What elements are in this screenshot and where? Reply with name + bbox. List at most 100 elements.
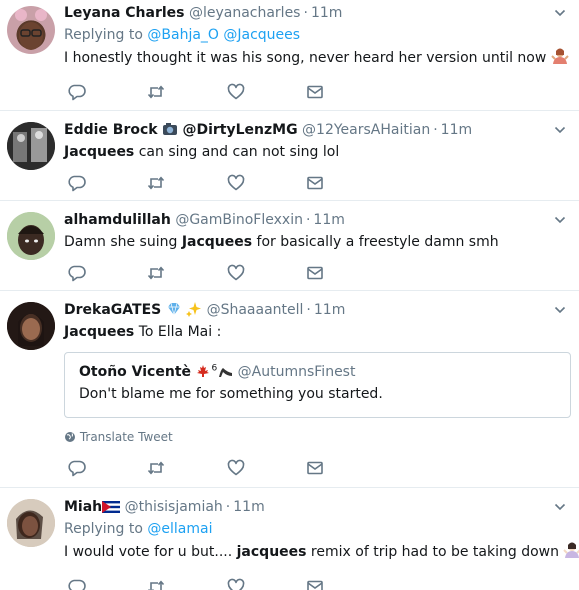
handle[interactable]: @12YearsAHaitian: [302, 122, 430, 138]
tweet[interactable]: alhamdulillah @GamBinoFlexxin · 11m Damn s…: [0, 201, 579, 291]
chevron-down-icon[interactable]: [553, 123, 567, 137]
tweet-header: Eddie Brock @DirtyLenzMG @12YearsAHaitia…: [64, 120, 565, 140]
quoted-tweet-text: Don't blame me for something you started…: [79, 386, 383, 402]
like-icon[interactable]: [226, 263, 246, 283]
reply-icon[interactable]: [67, 577, 87, 590]
timestamp[interactable]: 11m: [233, 499, 264, 515]
avatar[interactable]: [7, 122, 55, 170]
avatar-image: [7, 122, 55, 170]
separator-dot: ·: [303, 5, 308, 21]
chevron-down-icon[interactable]: [553, 303, 567, 317]
mention-link[interactable]: @Jacquees: [223, 27, 300, 43]
mention-link[interactable]: @Bahja_O: [147, 27, 219, 43]
message-icon[interactable]: [305, 173, 325, 193]
timestamp[interactable]: 11m: [314, 302, 345, 318]
avatar-image: [7, 302, 55, 350]
separator-dot: ·: [433, 122, 438, 138]
handle[interactable]: @GamBinoFlexxin: [175, 212, 303, 228]
gem-emoji-icon: [167, 302, 180, 316]
tweet-feed: Leyana Charles @leyanacharles · 11m Replyi…: [0, 0, 579, 590]
replying-label: Replying to: [64, 27, 143, 43]
display-name-suffix: @DirtyLenzMG: [182, 122, 298, 138]
retweet-icon[interactable]: [146, 458, 166, 478]
tweet-header: Leyana Charles @leyanacharles · 11m: [64, 3, 565, 23]
tweet-text-body: remix of trip had to be taking down: [306, 544, 559, 560]
tweet[interactable]: Eddie Brock @DirtyLenzMG @12YearsAHaitia…: [0, 111, 579, 201]
handle[interactable]: @thisisjamiah: [125, 499, 223, 515]
message-icon[interactable]: [305, 82, 325, 102]
person-shrugging-emoji-icon: [551, 48, 569, 64]
reply-icon[interactable]: [67, 82, 87, 102]
replying-to: Replying to @Bahja_O @Jacquees: [64, 25, 565, 45]
retweet-icon[interactable]: [146, 263, 166, 283]
quoted-tweet[interactable]: Otoño Vicentè 6 @AutumnsFinest Don't bla…: [64, 352, 571, 418]
like-icon[interactable]: [226, 577, 246, 590]
tweet-text-body: can sing and can not sing lol: [134, 144, 340, 160]
tweet-text: Jacquees can sing and can not sing lol: [64, 142, 565, 162]
tweet-text: Jacquees To Ella Mai :: [64, 322, 565, 342]
display-name[interactable]: Eddie Brock: [64, 122, 158, 138]
timestamp[interactable]: 11m: [311, 5, 342, 21]
tweet-text-highlight[interactable]: Jacquees: [182, 234, 252, 250]
chevron-down-icon[interactable]: [553, 6, 567, 20]
handle[interactable]: @Shaaaantell: [207, 302, 304, 318]
quoted-display-name[interactable]: Otoño Vicentè: [79, 364, 191, 380]
replying-to: Replying to @ellamai: [64, 519, 565, 539]
separator-dot: ·: [305, 212, 311, 228]
tweet-header: alhamdulillah @GamBinoFlexxin · 11m: [64, 210, 565, 230]
reply-icon[interactable]: [67, 263, 87, 283]
message-icon[interactable]: [305, 458, 325, 478]
retweet-icon[interactable]: [146, 173, 166, 193]
tweet[interactable]: DrekaGATES @Shaaaantell · 11m Jacquees To …: [0, 291, 579, 488]
avatar[interactable]: [7, 6, 55, 54]
separator-dot: ·: [225, 499, 231, 515]
person-shrugging-emoji-icon: [563, 542, 579, 558]
chevron-down-icon[interactable]: [553, 500, 567, 514]
retweet-icon[interactable]: [146, 577, 166, 590]
tweet-text-highlight[interactable]: jacquees: [237, 544, 307, 560]
retweet-icon[interactable]: [146, 82, 166, 102]
like-icon[interactable]: [226, 82, 246, 102]
globe-icon: [64, 431, 76, 443]
avatar[interactable]: [7, 499, 55, 547]
mention-link[interactable]: @ellamai: [147, 521, 212, 537]
tweet-header: DrekaGATES @Shaaaantell · 11m: [64, 300, 565, 320]
tweet-text: Damn she suing Jacquees for basically a …: [64, 232, 565, 252]
reply-icon[interactable]: [67, 173, 87, 193]
display-name[interactable]: DrekaGATES: [64, 302, 161, 318]
timestamp[interactable]: 11m: [441, 122, 472, 138]
tweet-text-highlight[interactable]: Jacquees: [64, 144, 134, 160]
tweet-header: Miah @thisisjamiah · 11m: [64, 497, 565, 517]
chevron-down-icon[interactable]: [553, 213, 567, 227]
handle[interactable]: @leyanacharles: [189, 5, 301, 21]
avatar-image: [15, 9, 47, 50]
like-icon[interactable]: [226, 458, 246, 478]
avatar-image: [7, 499, 55, 547]
reply-icon[interactable]: [67, 458, 87, 478]
canada-flag-emoji-icon: [197, 365, 210, 377]
avatar-image: [7, 212, 55, 260]
tweet[interactable]: Miah @thisisjamiah · 11m Replying to @ella…: [0, 488, 579, 590]
high-heel-emoji-icon: [219, 368, 233, 377]
tweet-text-body: To Ella Mai :: [134, 324, 222, 340]
tweet[interactable]: Leyana Charles @leyanacharles · 11m Replyi…: [0, 0, 579, 111]
camera-emoji-icon: [163, 123, 178, 135]
tweet-text-body: I honestly thought it was his song, neve…: [64, 50, 547, 66]
quoted-handle[interactable]: @AutumnsFinest: [238, 364, 356, 380]
sparkles-emoji-icon: [186, 302, 202, 317]
message-icon[interactable]: [305, 577, 325, 590]
timestamp[interactable]: 11m: [313, 212, 344, 228]
tweet-text-highlight[interactable]: Jacquees: [64, 324, 134, 340]
avatar[interactable]: [7, 302, 55, 350]
like-icon[interactable]: [226, 173, 246, 193]
display-name[interactable]: alhamdulillah: [64, 212, 171, 228]
message-icon[interactable]: [305, 263, 325, 283]
translate-label[interactable]: Translate Tweet: [80, 430, 173, 444]
display-name[interactable]: Miah: [64, 499, 102, 515]
avatar[interactable]: [7, 212, 55, 260]
tweet-text-body: I would vote for u but....: [64, 544, 237, 560]
cuba-flag-emoji-icon: [102, 501, 121, 513]
separator-dot: ·: [306, 302, 311, 318]
display-name[interactable]: Leyana Charles: [64, 5, 185, 21]
translate-tweet-link[interactable]: Translate Tweet: [64, 429, 173, 445]
